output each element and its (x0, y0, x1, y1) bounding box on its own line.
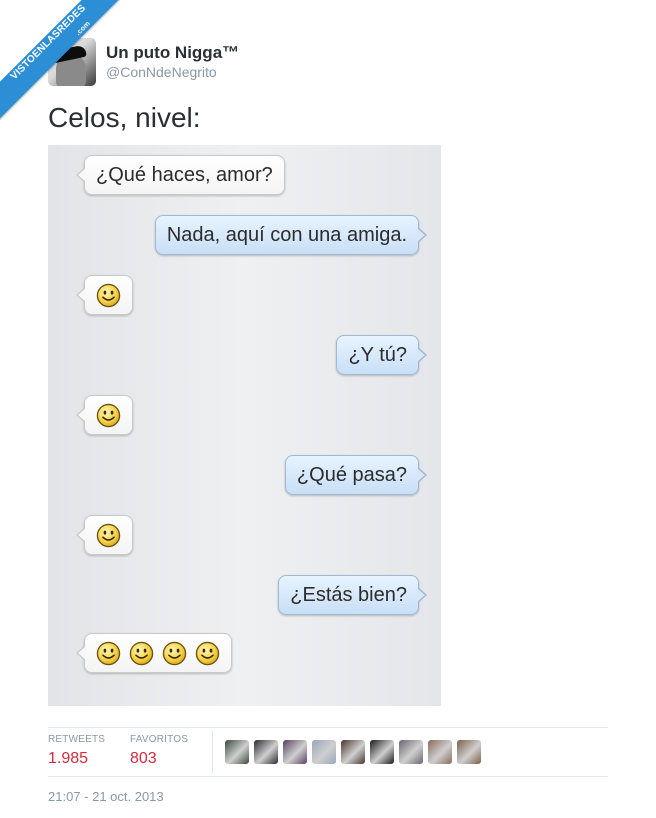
smiley-icon (96, 523, 121, 547)
incoming-message-bubble (76, 633, 232, 673)
watermark-site: VISTOENLASREDES (8, 2, 89, 83)
smiley-group (96, 396, 121, 434)
favoriter-avatar[interactable] (457, 740, 481, 764)
favorites-stat[interactable]: FAVORITOS 803 (130, 734, 188, 769)
favoriter-avatar[interactable] (341, 740, 365, 764)
outgoing-message-bubble: Nada, aquí con una amiga. (154, 215, 428, 255)
incoming-message-bubble (76, 395, 133, 435)
message-text: ¿Y tú? (348, 344, 407, 366)
smiley-group (96, 276, 121, 314)
favorites-label: FAVORITOS (130, 734, 189, 745)
message-text: ¿Qué pasa? (296, 464, 407, 486)
stats-bottom-divider (48, 776, 608, 777)
smiley-icon (195, 641, 220, 665)
outgoing-message-bubble: ¿Y tú? (336, 335, 427, 375)
smiley-icon (162, 641, 187, 665)
chat-screenshot-image: ¿Qué haces, amor? Nada, aquí con una amig… (48, 145, 441, 706)
tweet-timestamp[interactable]: 21:07 - 21 oct. 2013 (48, 789, 164, 804)
retweets-count: 1.985 (48, 750, 89, 767)
stats-top-divider (48, 727, 608, 728)
incoming-message-bubble: ¿Qué haces, amor? (76, 155, 285, 195)
watermark-text: VISTOENLASREDES .com (0, 0, 120, 120)
message-text: ¿Qué haces, amor? (96, 164, 273, 186)
outgoing-message-bubble: ¿Estás bien? (278, 575, 427, 615)
favoriter-avatar[interactable] (312, 740, 336, 764)
message-text: Nada, aquí con una amiga. (166, 224, 407, 246)
favoriter-avatar[interactable] (399, 740, 423, 764)
favoriter-avatar[interactable] (225, 740, 249, 764)
smiley-icon (129, 641, 154, 665)
stats-separator (212, 731, 213, 773)
outgoing-message-bubble: ¿Qué pasa? (284, 455, 428, 495)
favoriter-avatar[interactable] (283, 740, 307, 764)
favorites-count: 803 (130, 750, 157, 767)
favoriter-avatar[interactable] (428, 740, 452, 764)
favoriter-avatar[interactable] (254, 740, 278, 764)
smiley-group (96, 516, 121, 554)
author-names: Un puto Nigga™ @ConNdeNegrito (106, 43, 239, 81)
smiley-group (96, 634, 220, 672)
smiley-icon (96, 641, 121, 665)
smiley-icon (96, 283, 121, 307)
smiley-icon (96, 403, 121, 427)
favoriters-avatars (225, 740, 486, 764)
message-text: ¿Estás bien? (290, 584, 407, 606)
incoming-message-bubble (76, 275, 133, 315)
retweets-stat[interactable]: RETWEETS 1.985 (48, 734, 105, 769)
watermark-ribbon: VISTOENLASREDES .com (0, 0, 120, 120)
author-handle[interactable]: @ConNdeNegrito (106, 63, 239, 81)
author-display-name[interactable]: Un puto Nigga™ (106, 43, 239, 63)
favoriter-avatar[interactable] (370, 740, 394, 764)
retweets-label: RETWEETS (48, 734, 106, 745)
watermark-suffix: .com (74, 20, 92, 38)
incoming-message-bubble (76, 515, 133, 555)
